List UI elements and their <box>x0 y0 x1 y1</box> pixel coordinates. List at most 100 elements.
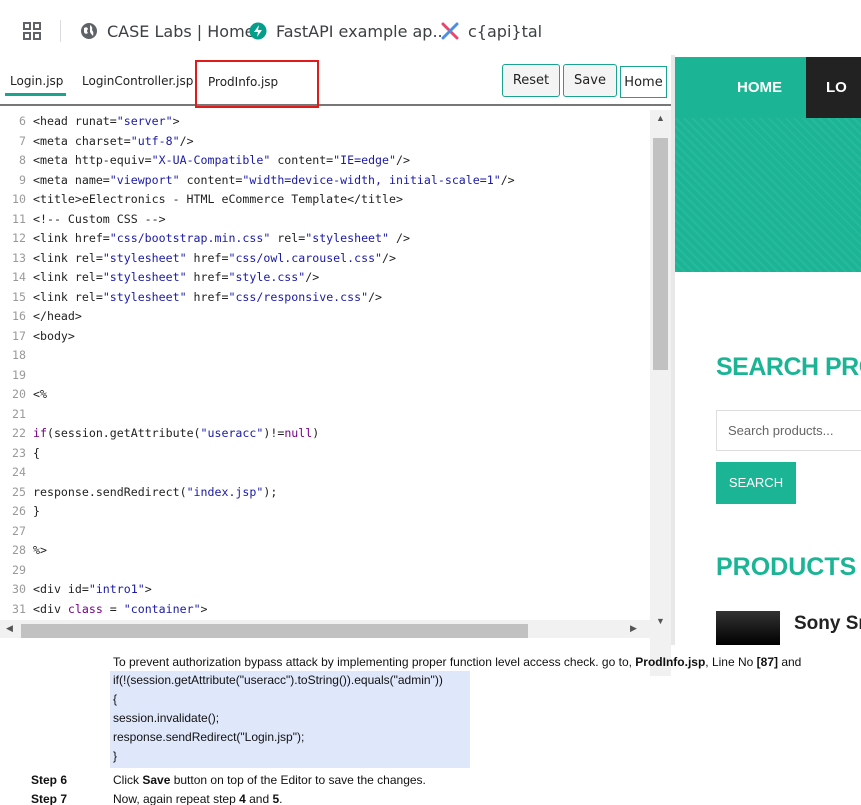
product-thumbnail[interactable] <box>716 611 780 645</box>
code-token: <meta charset= <box>33 133 131 148</box>
instruction-intro: To prevent authorization bypass attack b… <box>113 655 801 669</box>
code-token: > <box>200 601 208 616</box>
code-token: (session.getAttribute( <box>46 426 201 440</box>
line-content: <% <box>33 385 47 405</box>
step-6-text: Click Save button on top of the Editor t… <box>113 773 426 787</box>
code-area[interactable]: 6 <head runat="server"> 7 <meta charset="ut… <box>0 110 650 620</box>
code-token: /> <box>179 133 194 148</box>
line-number: 31 <box>12 601 26 616</box>
line-content: <!-- Custom CSS --> <box>33 210 166 230</box>
code-token: content= <box>179 172 243 187</box>
intro-line-number: [87] <box>756 655 778 669</box>
code-line: 11 <!-- Custom CSS --> <box>0 210 650 230</box>
bookmark-label: FastAPI example ap... <box>276 21 448 41</box>
line-number: 9 <box>19 172 26 187</box>
snippet-line: session.invalidate(); <box>113 711 220 725</box>
line-number: 22 <box>12 426 26 440</box>
line-content: <meta charset="utf-8"/> <box>33 132 194 152</box>
code-token: </head> <box>33 309 82 323</box>
tab-label: LoginController.jsp <box>82 74 194 88</box>
code-token: href= <box>186 289 229 304</box>
tab-login-jsp[interactable]: Login.jsp <box>5 58 66 104</box>
code-line: 12 <link href="css/bootstrap.min.css" rel… <box>0 229 650 249</box>
code-token: <meta http-equiv= <box>33 153 152 167</box>
code-token: <meta name= <box>33 172 110 187</box>
line-number: 29 <box>12 562 26 577</box>
apps-grid-icon[interactable] <box>23 22 41 40</box>
code-token: /> <box>389 231 410 245</box>
line-number: 11 <box>12 211 26 226</box>
step-text: . <box>279 792 283 805</box>
code-token: "server" <box>116 114 173 128</box>
code-line: 30 <div id="intro1"> <box>0 580 650 600</box>
code-token: "intro1" <box>88 582 145 596</box>
search-input[interactable]: Search products... <box>716 410 861 451</box>
code-line: 8 <meta http-equiv="X-UA-Compatible" cont… <box>0 151 650 171</box>
tab-login-controller-jsp[interactable]: LoginController.jsp <box>82 58 193 104</box>
code-token: /> <box>396 153 410 167</box>
scroll-down-icon[interactable]: ▼ <box>656 616 665 626</box>
tab-prodinfo-jsp[interactable]: ProdInfo.jsp <box>195 60 319 108</box>
vertical-scrollbar[interactable]: ▲ ▼ <box>650 110 671 676</box>
nav-home-link[interactable]: HOME <box>737 79 782 96</box>
line-content: <link rel="stylesheet" href="css/respons… <box>33 288 382 308</box>
code-token: /> <box>500 172 515 187</box>
line-content: <link href="css/bootstrap.min.css" rel="… <box>33 229 410 249</box>
bookmark-capital[interactable]: c{api}tal <box>441 20 542 42</box>
code-line: 9 <meta name="viewport" content="width=de… <box>0 171 650 191</box>
code-line: 15 <link rel="stylesheet" href="css/respo… <box>0 288 650 308</box>
code-line: 24 <box>0 463 650 483</box>
reset-button[interactable]: Reset <box>502 64 560 97</box>
code-token: "stylesheet" <box>102 270 187 284</box>
code-line: 16 </head> <box>0 307 650 327</box>
code-token: ) <box>312 426 320 440</box>
scroll-up-icon[interactable]: ▲ <box>656 113 665 123</box>
horizontal-scroll-thumb[interactable] <box>21 624 528 638</box>
line-number: 27 <box>12 523 26 538</box>
code-line: 18 <box>0 346 650 366</box>
bookmarks-divider <box>60 20 61 42</box>
line-content: <meta name="viewport" content="width=dev… <box>33 171 515 191</box>
line-number: 23 <box>12 445 26 460</box>
intro-text: , Line No <box>705 655 757 669</box>
line-number: 19 <box>12 367 26 382</box>
bookmark-case-labs[interactable]: CASE Labs | Home <box>80 20 255 42</box>
search-button[interactable]: SEARCH <box>716 462 796 504</box>
code-token: /> <box>382 250 396 265</box>
step-text: and <box>245 792 273 805</box>
scroll-right-icon[interactable]: ▶ <box>630 623 637 634</box>
intro-text: and <box>778 655 802 669</box>
code-token: "index.jsp" <box>186 484 264 499</box>
step-7-text: Now, again repeat step 4 and 5. <box>113 792 283 805</box>
product-name[interactable]: Sony Sm <box>794 613 861 635</box>
line-content: <link rel="stylesheet" href="style.css"/… <box>33 268 319 288</box>
bookmark-fastapi[interactable]: FastAPI example ap... <box>249 20 448 42</box>
line-number: 24 <box>12 465 26 479</box>
code-token: /> <box>368 289 383 304</box>
vertical-scroll-thumb[interactable] <box>653 138 668 370</box>
editor-tabs: Login.jsp LoginController.jsp ProdInfo.j… <box>0 58 671 108</box>
code-token: href= <box>186 250 229 265</box>
snippet-line: if(!(session.getAttribute("useracc").toS… <box>113 673 443 687</box>
horizontal-scrollbar[interactable]: ◀ ▶ <box>0 620 650 638</box>
nav-login-label: LO <box>826 79 847 96</box>
code-line: 29 <box>0 561 650 581</box>
code-line: 22 if(session.getAttribute("useracc")!=nu… <box>0 424 650 444</box>
code-token: <!-- Custom CSS --> <box>33 211 166 226</box>
snippet-line: response.sendRedirect("Login.jsp"); <box>113 730 305 744</box>
code-token: "width=device-width, initial-scale=1" <box>242 172 501 187</box>
home-button[interactable]: Home <box>620 66 667 98</box>
code-line: 21 <box>0 405 650 425</box>
code-token: "useracc" <box>200 426 264 440</box>
scroll-left-icon[interactable]: ◀ <box>6 623 13 634</box>
line-content: %> <box>33 541 47 561</box>
line-content: if(session.getAttribute("useracc")!=null… <box>33 424 319 444</box>
save-button[interactable]: Save <box>563 64 617 97</box>
site-preview: HOME LO SEARCH PROD Search products... S… <box>671 55 861 645</box>
nav-login-link[interactable]: LO <box>806 57 861 118</box>
code-token: rel= <box>270 231 306 245</box>
code-token: /> <box>305 270 320 284</box>
line-number: 10 <box>12 192 26 206</box>
code-token: href= <box>186 270 229 284</box>
step-text: button on top of the Editor to save the … <box>170 773 426 787</box>
